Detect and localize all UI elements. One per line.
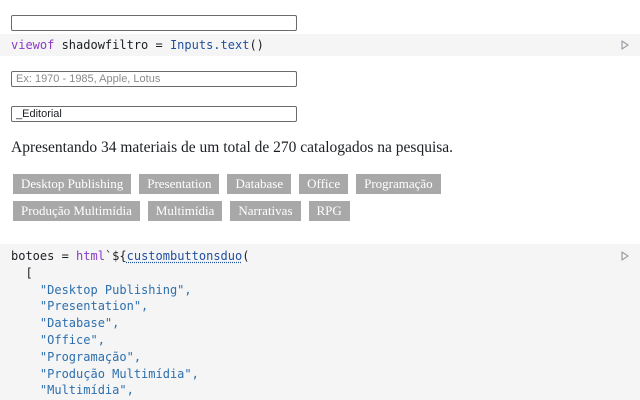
- code-string: "Desktop Publishing",: [39, 282, 192, 297]
- code-keyword: html: [76, 249, 105, 263]
- code-string: "Multimídia",: [39, 383, 134, 398]
- code-function: Inputs.text: [169, 38, 250, 52]
- result-count-text: Apresentando 34 materiais de um total de…: [11, 139, 454, 156]
- category-button-multimidia[interactable]: Multimídia: [147, 201, 223, 221]
- code-paren: (: [242, 249, 250, 263]
- code-template-start: `${: [104, 249, 127, 263]
- category-buttons-row-2: Produção Multimídia Multimídia Narrativa…: [13, 201, 493, 221]
- editorial-filter-input[interactable]: [11, 106, 297, 122]
- category-button-producao-multimidia[interactable]: Produção Multimídia: [13, 201, 140, 221]
- category-buttons-row-1: Desktop Publishing Presentation Database…: [13, 174, 493, 194]
- code-line: viewof shadowfiltro = Inputs.text(): [11, 37, 640, 54]
- search-input[interactable]: [11, 71, 297, 87]
- notebook-page: viewof shadowfiltro = Inputs.text() Apre…: [0, 0, 640, 400]
- code-string: "Office",: [39, 332, 105, 347]
- code-keyword: viewof: [11, 38, 55, 52]
- code-line: botoes = html`${custombuttonsduo(: [11, 248, 640, 265]
- category-buttons: Desktop Publishing Presentation Database…: [13, 174, 493, 228]
- code-string: "Produção Multimídia",: [39, 366, 199, 381]
- code-variable: shadowfiltro =: [54, 38, 170, 52]
- category-button-database[interactable]: Database: [227, 174, 292, 194]
- category-button-narrativas[interactable]: Narrativas: [230, 201, 301, 221]
- code-string: "Presentation",: [39, 299, 149, 314]
- code-line: [: [11, 265, 33, 280]
- category-button-desktop-publishing[interactable]: Desktop Publishing: [13, 174, 132, 194]
- code-variable: botoes =: [11, 249, 77, 263]
- category-button-rpg[interactable]: RPG: [308, 201, 350, 221]
- code-string: "Programação",: [39, 349, 142, 364]
- code-cell-botoes[interactable]: botoes = html`${custombuttonsduo( [ "Des…: [0, 244, 640, 400]
- top-text-input[interactable]: [11, 15, 297, 31]
- category-button-programacao[interactable]: Programação: [356, 174, 441, 194]
- code-function-link[interactable]: custombuttonsduo: [127, 249, 243, 263]
- code-string: "Database",: [39, 316, 120, 331]
- code-cell-viewof[interactable]: viewof shadowfiltro = Inputs.text(): [0, 34, 640, 56]
- run-cell-icon[interactable]: [620, 40, 630, 50]
- code-paren: (): [249, 38, 264, 52]
- run-cell-icon[interactable]: [620, 251, 630, 261]
- category-button-presentation[interactable]: Presentation: [139, 174, 220, 194]
- category-button-office[interactable]: Office: [299, 174, 349, 194]
